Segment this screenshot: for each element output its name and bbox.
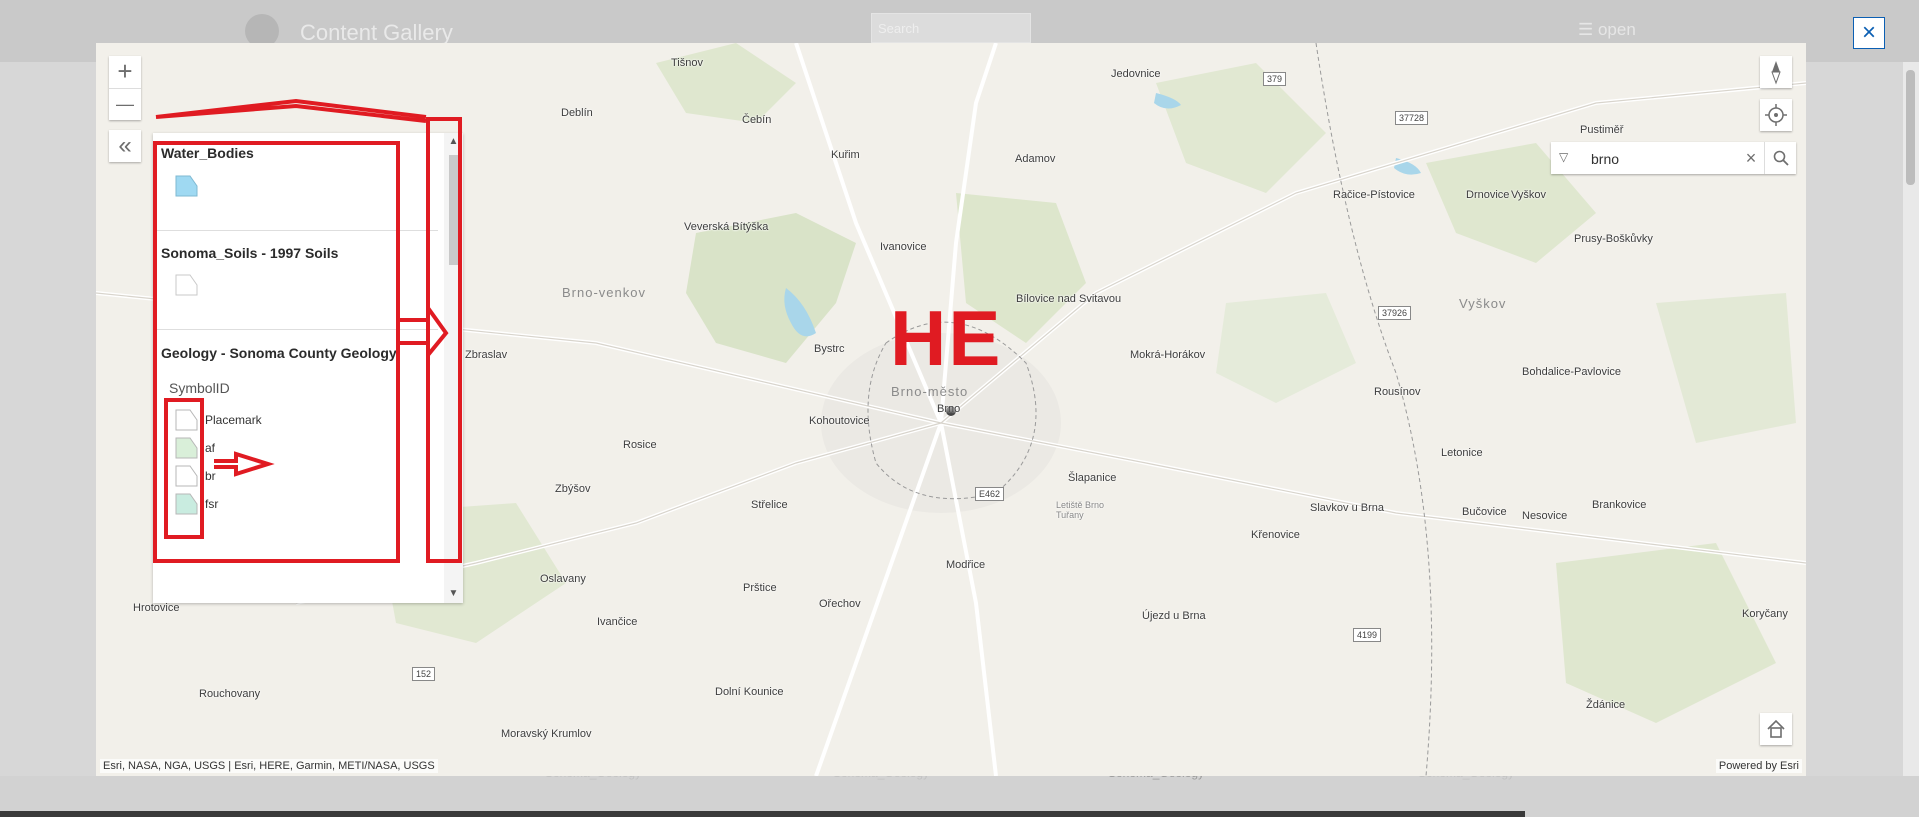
map-attribution: Esri, NASA, NGA, USGS | Esri, HERE, Garm… bbox=[100, 759, 438, 773]
gallery-menu-button[interactable]: ☰ open bbox=[1578, 20, 1636, 40]
map-view[interactable]: Tišnov Jedovnice Deblín Čebín Kuřim Adamov Pus… bbox=[96, 43, 1806, 776]
close-modal-button[interactable]: × bbox=[1853, 17, 1885, 49]
gallery-search-input[interactable]: Search bbox=[871, 13, 1031, 43]
taskbar-strip bbox=[0, 811, 1525, 817]
annotation-arrows bbox=[155, 98, 449, 477]
powered-by-esri[interactable]: Powered by Esri bbox=[1715, 759, 1802, 773]
page-scrollbar-thumb[interactable] bbox=[1906, 70, 1915, 185]
annotation-he-text: HE bbox=[890, 294, 1003, 382]
